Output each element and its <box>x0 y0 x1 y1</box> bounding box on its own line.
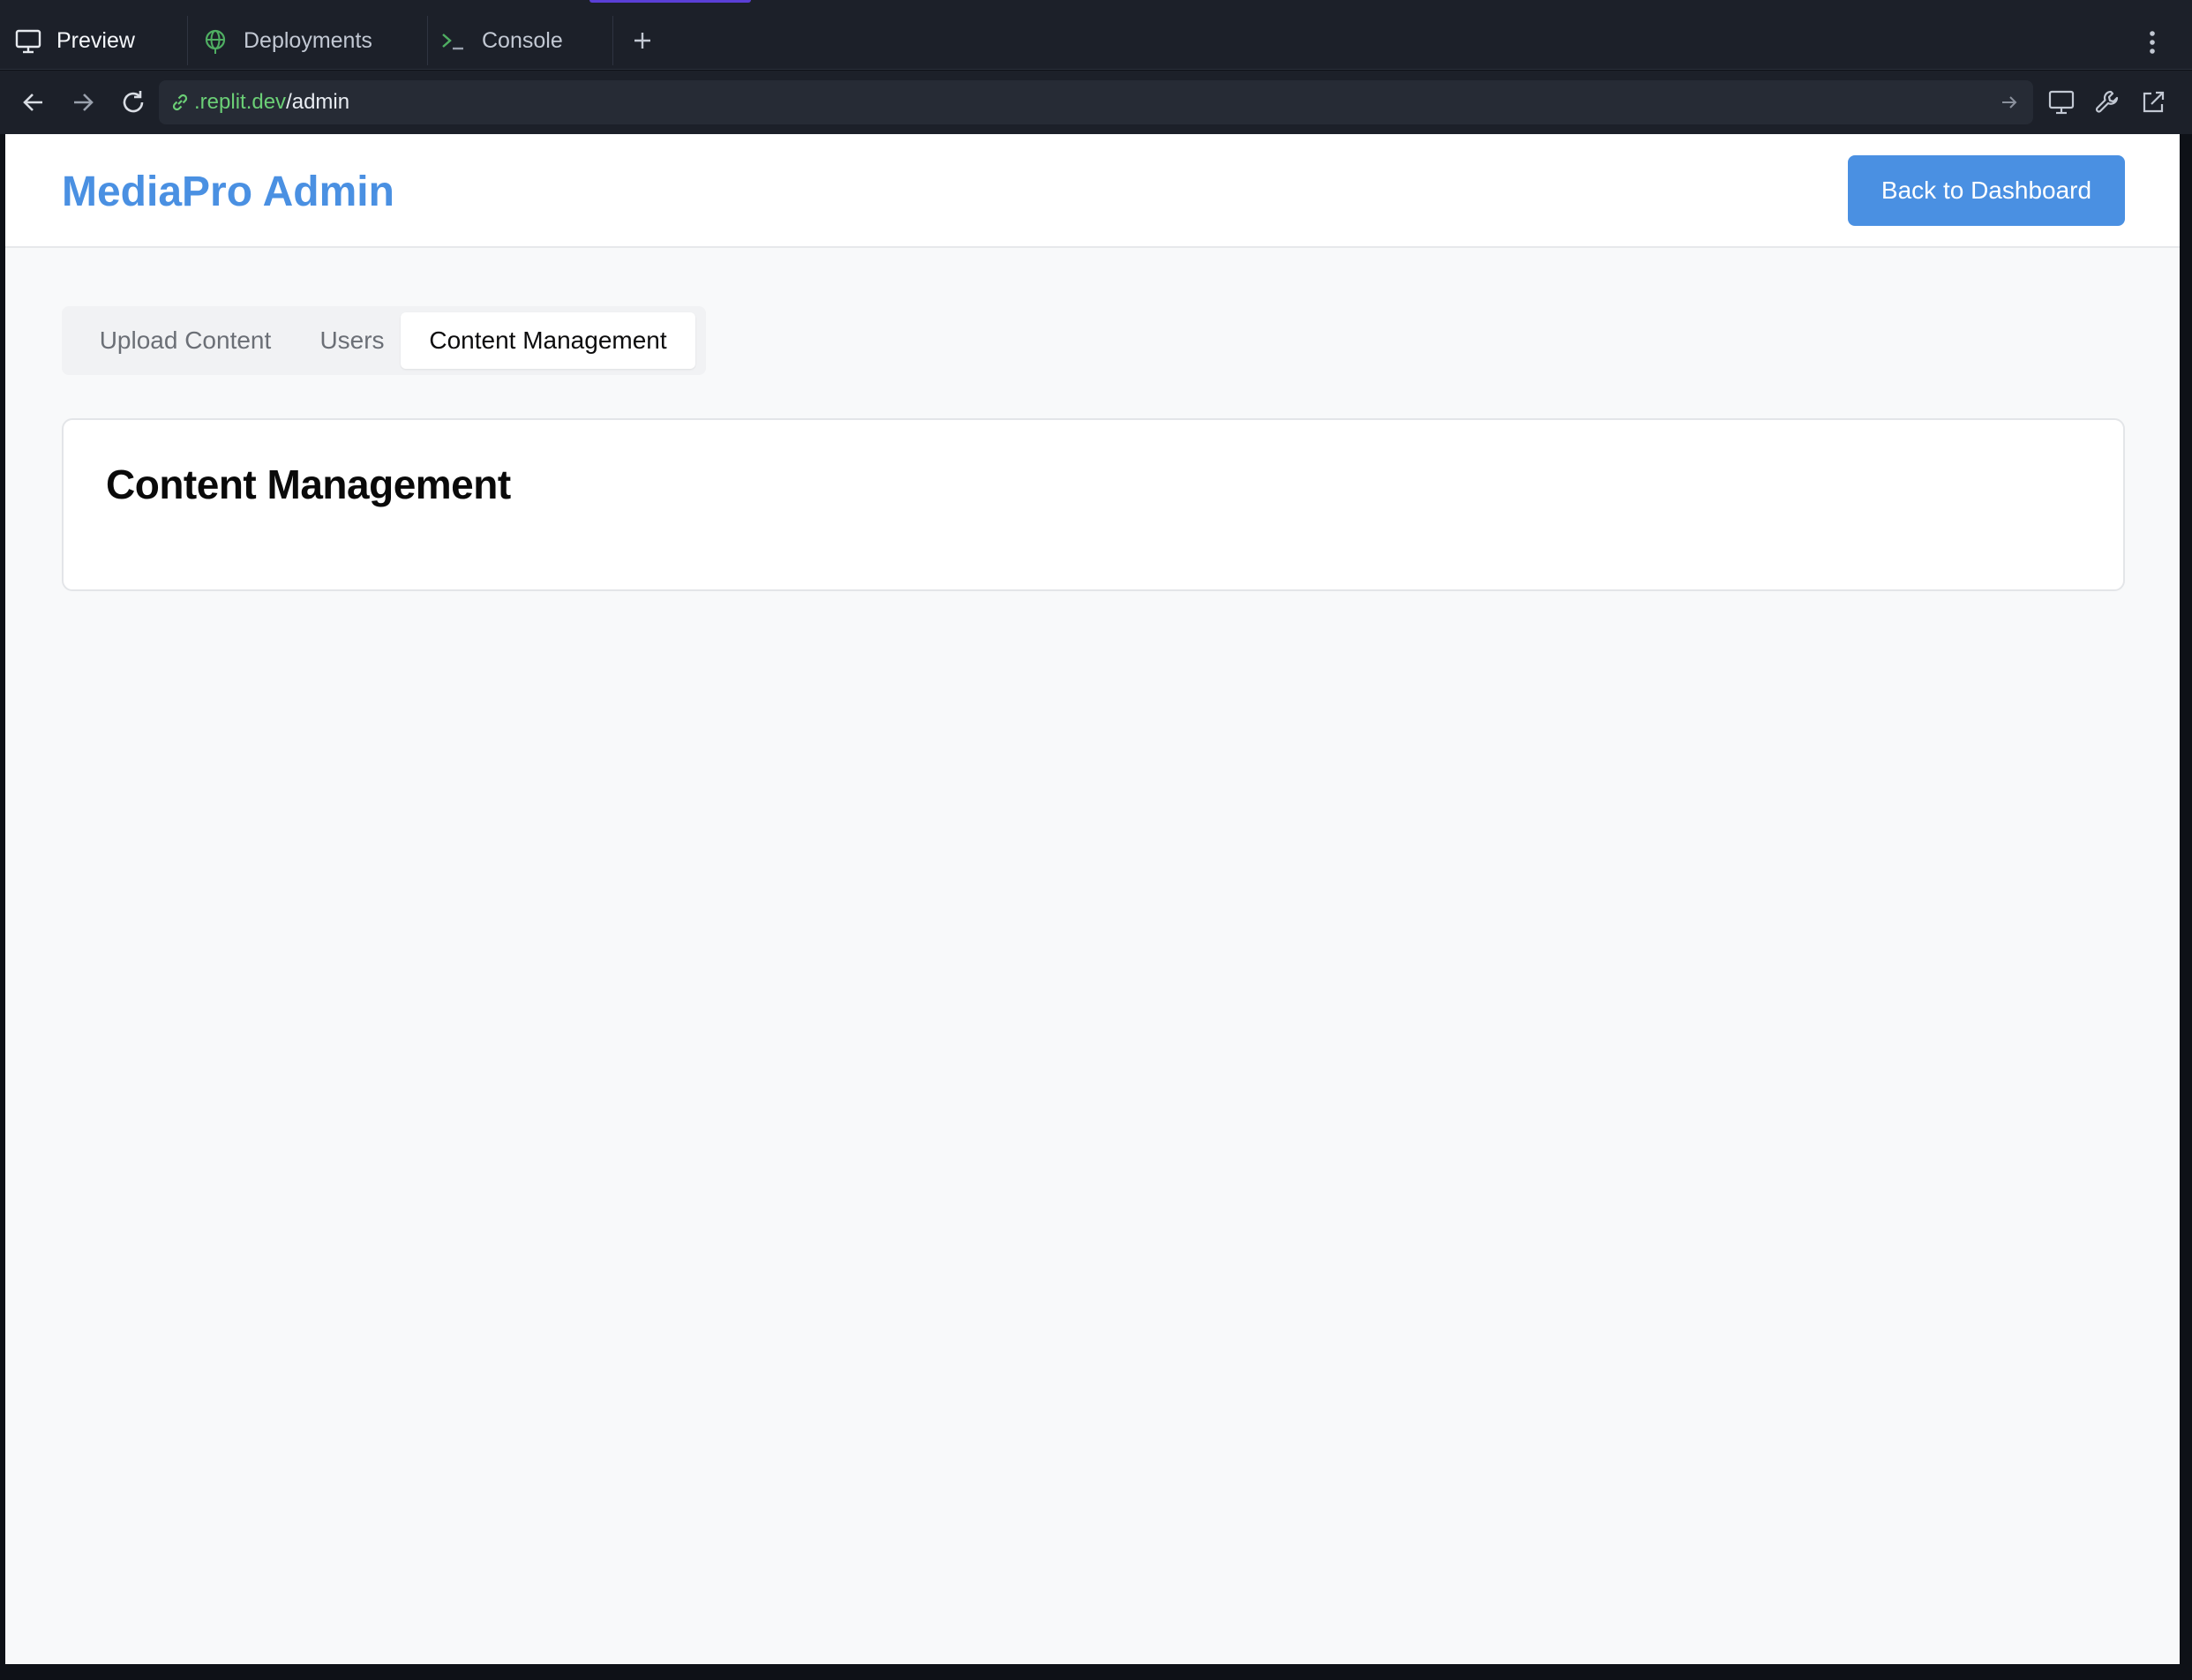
back-nav-button[interactable] <box>16 85 51 120</box>
kebab-menu-icon <box>2150 31 2155 54</box>
brand-title: MediaPro Admin <box>62 169 394 215</box>
link-icon <box>172 94 188 111</box>
preview-viewport: MediaPro Admin Back to Dashboard Upload … <box>5 134 2180 1664</box>
arrow-right-icon <box>2002 96 2017 109</box>
url-host: .replit.dev <box>194 90 287 114</box>
globe-icon <box>199 26 231 57</box>
address-bar: .replit.dev/admin <box>0 71 2192 134</box>
tab-label: Console <box>482 28 563 53</box>
tab-deployments[interactable]: Deployments <box>199 12 420 70</box>
tab-label: Deployments <box>244 28 372 53</box>
tab-console[interactable]: Console <box>438 12 605 70</box>
window-edge <box>2180 134 2192 1664</box>
back-to-dashboard-button[interactable]: Back to Dashboard <box>1848 155 2125 226</box>
go-button[interactable] <box>1998 91 2021 114</box>
monitor-icon <box>12 26 44 57</box>
tab-users[interactable]: Users <box>304 312 401 369</box>
open-new-tab-button[interactable] <box>2136 85 2171 120</box>
tab-divider <box>187 16 188 65</box>
tab-upload-content[interactable]: Upload Content <box>67 312 304 369</box>
app-header: MediaPro Admin Back to Dashboard <box>5 134 2180 248</box>
arrow-right-icon <box>74 94 94 111</box>
terminal-icon <box>438 26 469 57</box>
url-path: /admin <box>286 90 350 114</box>
reload-icon <box>123 91 144 113</box>
tab-label: Preview <box>56 28 135 53</box>
section-title: Content Management <box>106 461 511 507</box>
forward-nav-button[interactable] <box>65 85 101 120</box>
reload-button[interactable] <box>116 85 151 120</box>
tab-divider <box>612 16 613 65</box>
wrench-icon <box>2095 90 2119 113</box>
url-field[interactable]: .replit.dev/admin <box>159 80 2033 124</box>
device-preview-button[interactable] <box>2044 85 2079 120</box>
tab-content-management[interactable]: Content Management <box>401 312 695 369</box>
kebab-menu-button[interactable] <box>2139 25 2166 60</box>
tab-divider <box>427 16 428 65</box>
ide-tab-bar: Preview Deployments Console <box>0 0 2192 70</box>
external-link-icon <box>2143 91 2165 113</box>
content-management-card: Content Management <box>62 418 2125 591</box>
arrow-left-icon <box>23 94 42 111</box>
tab-preview[interactable]: Preview <box>12 12 185 70</box>
admin-tabs: Upload Content Users Content Management <box>62 306 706 375</box>
top-accent-bar <box>589 0 751 3</box>
devtools-button[interactable] <box>2090 85 2125 120</box>
monitor-icon <box>2048 90 2075 115</box>
window-edge <box>0 1664 2192 1680</box>
add-tab-button[interactable] <box>627 25 658 56</box>
plus-icon <box>634 33 650 49</box>
